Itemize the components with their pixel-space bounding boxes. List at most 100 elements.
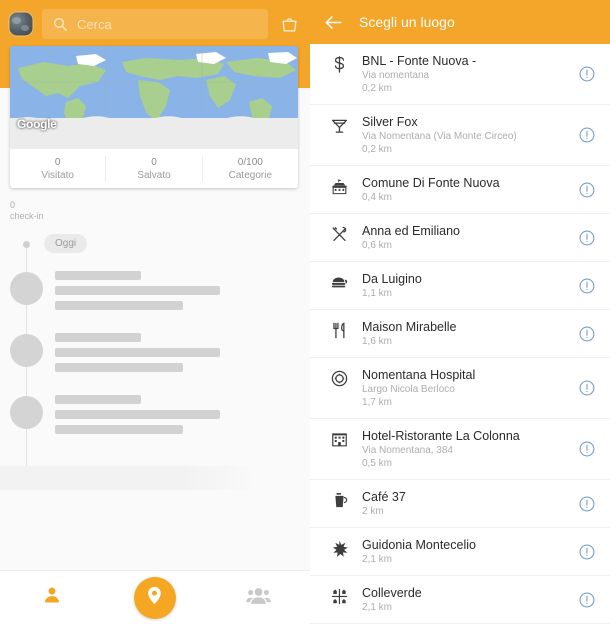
stat-visitato[interactable]: 0 Visitato bbox=[10, 156, 105, 182]
place-details: Da Luigino 1,1 km bbox=[354, 271, 574, 300]
world-map-image[interactable]: Google bbox=[10, 46, 298, 149]
info-circle-icon[interactable] bbox=[574, 436, 600, 462]
place-row[interactable]: Silver Fox Via Nomentana (Via Monte Circe… bbox=[310, 105, 610, 166]
stat-value: 0 bbox=[151, 156, 157, 168]
place-details: Nomentana Hospital Largo Nicola Berloco 1,… bbox=[354, 367, 574, 409]
place-row[interactable]: Nomentana Hospital Largo Nicola Berloco 1,… bbox=[310, 358, 610, 419]
place-name: Guidonia Montecelio bbox=[362, 538, 476, 552]
place-details: Maison Mirabelle 1,6 km bbox=[354, 319, 574, 348]
place-distance: 0,6 km bbox=[362, 240, 393, 251]
place-row[interactable]: Maison Mirabelle 1,6 km bbox=[310, 310, 610, 358]
stat-categorie[interactable]: 0/100 Categorie bbox=[201, 155, 298, 182]
skeleton-line bbox=[55, 333, 141, 342]
map-stats-card[interactable]: Google 0 Visitato 0 Salvato 0/100 Catego… bbox=[10, 46, 298, 188]
avatar[interactable] bbox=[8, 11, 34, 37]
bottom-nav bbox=[0, 570, 310, 624]
info-circle-icon[interactable] bbox=[574, 225, 600, 251]
place-details: Colleverde 2,1 km bbox=[354, 585, 574, 614]
nav-friends-button[interactable] bbox=[230, 576, 286, 620]
person-icon bbox=[42, 585, 62, 610]
place-address: Via Nomentana (Via Monte Circeo) bbox=[362, 131, 517, 142]
search-input[interactable] bbox=[77, 16, 258, 32]
place-row[interactable]: Hotel-Ristorante La Colonna Via Nomentana… bbox=[310, 419, 610, 480]
info-circle-icon[interactable] bbox=[574, 321, 600, 347]
right-pane: Scegli un luogo BNL - Fonte Nuova - Via n… bbox=[310, 0, 610, 624]
info-circle-icon[interactable] bbox=[574, 61, 600, 87]
place-distance: 0,4 km bbox=[362, 192, 393, 203]
back-arrow-icon[interactable] bbox=[324, 13, 343, 32]
nav-profile-button[interactable] bbox=[24, 576, 80, 620]
stat-label: Categorie bbox=[228, 169, 272, 181]
info-circle-icon[interactable] bbox=[574, 539, 600, 565]
left-pane: Google 0 Visitato 0 Salvato 0/100 Catego… bbox=[0, 0, 310, 624]
place-distance: 1,6 km bbox=[362, 336, 393, 347]
info-circle-icon[interactable] bbox=[574, 491, 600, 517]
place-name: Colleverde bbox=[362, 586, 422, 600]
place-distance: 1,7 km bbox=[362, 397, 393, 408]
place-row[interactable]: BNL - Fonte Nuova - Via nomentana 0,2 km bbox=[310, 44, 610, 105]
place-details: Anna ed Emiliano 0,6 km bbox=[354, 223, 574, 252]
place-row[interactable]: Guidonia Montecelio 2,1 km bbox=[310, 528, 610, 576]
skeleton-item bbox=[0, 394, 310, 454]
place-distance: 0,5 km bbox=[362, 458, 393, 469]
info-circle-icon[interactable] bbox=[574, 122, 600, 148]
skeleton-line bbox=[55, 286, 220, 295]
info-circle-icon[interactable] bbox=[574, 587, 600, 613]
place-name: BNL - Fonte Nuova - bbox=[362, 54, 477, 68]
place-details: Comune Di Fonte Nuova 0,4 km bbox=[354, 175, 574, 204]
place-name: Anna ed Emiliano bbox=[362, 224, 460, 238]
info-circle-icon[interactable] bbox=[574, 177, 600, 203]
skeleton-item bbox=[0, 332, 310, 392]
place-distance: 2 km bbox=[362, 506, 384, 517]
leaf-town-icon bbox=[324, 537, 354, 558]
place-list[interactable]: BNL - Fonte Nuova - Via nomentana 0,2 km S… bbox=[310, 44, 610, 624]
skeleton-avatar bbox=[10, 334, 43, 367]
skeleton-line bbox=[55, 348, 220, 357]
place-details: Hotel-Ristorante La Colonna Via Nomentana… bbox=[354, 428, 574, 470]
stat-label: Visitato bbox=[41, 169, 74, 181]
neighborhood-icon bbox=[324, 585, 354, 606]
place-row[interactable]: Da Luigino 1,1 km bbox=[310, 262, 610, 310]
place-address: Largo Nicola Berloco bbox=[362, 384, 455, 395]
stat-value: 0/100 bbox=[237, 156, 263, 168]
nav-places-button[interactable] bbox=[127, 576, 183, 620]
hospital-icon bbox=[324, 367, 354, 388]
place-details: Café 37 2 km bbox=[354, 489, 574, 518]
townhall-icon bbox=[324, 175, 354, 196]
search-box[interactable] bbox=[42, 9, 268, 39]
timeline-dot bbox=[23, 241, 30, 248]
place-distance: 2,1 km bbox=[362, 602, 393, 613]
google-watermark: Google bbox=[17, 117, 57, 131]
place-name: Café 37 bbox=[362, 490, 406, 504]
timeline: Oggi bbox=[0, 232, 310, 562]
place-name: Hotel-Ristorante La Colonna bbox=[362, 429, 520, 443]
skeleton-item bbox=[0, 270, 310, 330]
place-row[interactable]: Anna ed Emiliano 0,6 km bbox=[310, 214, 610, 262]
place-details: Guidonia Montecelio 2,1 km bbox=[354, 537, 574, 566]
stats-row: 0 Visitato 0 Salvato 0/100 Categorie bbox=[10, 149, 298, 188]
skeleton-line bbox=[55, 271, 141, 280]
place-name: Maison Mirabelle bbox=[362, 320, 457, 334]
sandwich-icon bbox=[324, 271, 354, 292]
info-circle-icon[interactable] bbox=[574, 273, 600, 299]
place-row[interactable]: Café 37 2 km bbox=[310, 480, 610, 528]
search-icon bbox=[52, 16, 68, 32]
crossed-cutlery-icon bbox=[324, 223, 354, 244]
skeleton-line bbox=[55, 410, 220, 419]
skeleton-avatar bbox=[10, 272, 43, 305]
place-address: Via Nomentana, 384 bbox=[362, 445, 453, 456]
bag-icon[interactable] bbox=[276, 11, 302, 37]
place-distance: 0,2 km bbox=[362, 83, 393, 94]
place-name: Silver Fox bbox=[362, 115, 418, 129]
map-pin-fab[interactable] bbox=[133, 576, 176, 619]
app-root: Google 0 Visitato 0 Salvato 0/100 Catego… bbox=[0, 0, 610, 624]
page-title: Scegli un luogo bbox=[359, 14, 455, 30]
place-row[interactable]: Colleverde 2,1 km bbox=[310, 576, 610, 624]
fork-knife-icon bbox=[324, 319, 354, 340]
place-distance: 2,1 km bbox=[362, 554, 393, 565]
info-circle-icon[interactable] bbox=[574, 375, 600, 401]
place-row[interactable]: Comune Di Fonte Nuova 0,4 km bbox=[310, 166, 610, 214]
stat-salvato[interactable]: 0 Salvato bbox=[105, 155, 201, 182]
people-group-icon bbox=[246, 585, 271, 611]
top-toolbar bbox=[0, 8, 310, 40]
